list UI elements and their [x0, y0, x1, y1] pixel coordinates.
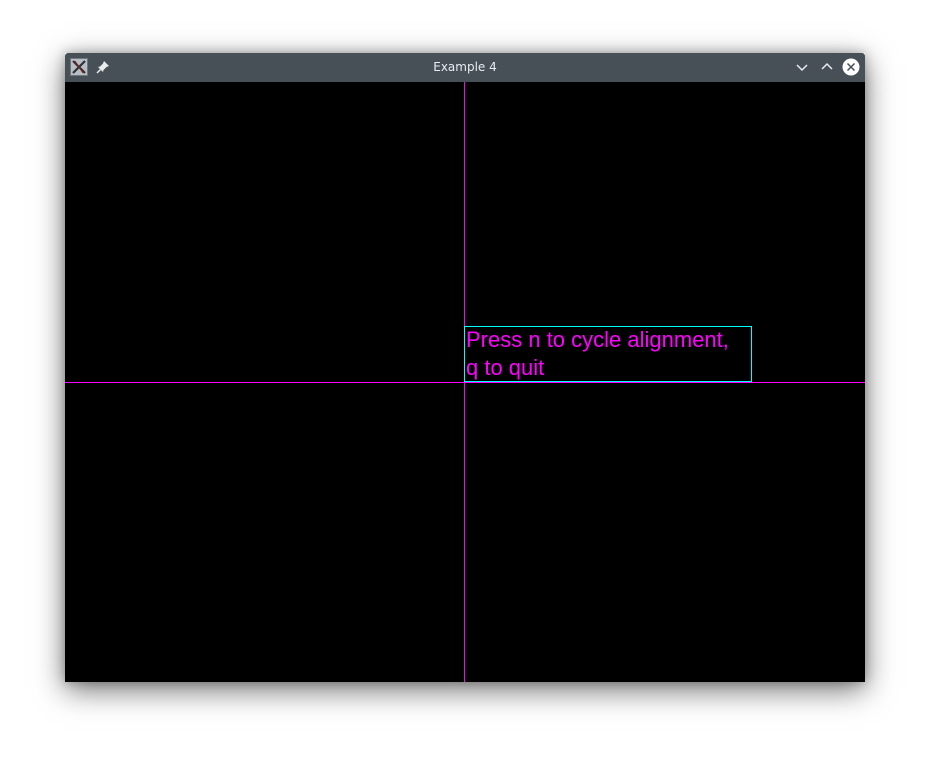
app-window: Example 4 Press n to cycle alignment, q … — [65, 53, 865, 682]
close-icon — [842, 58, 860, 76]
maximize-button[interactable] — [818, 58, 836, 76]
instruction-text-line-1: Press n to cycle alignment, — [466, 327, 729, 352]
window-title: Example 4 — [433, 60, 497, 74]
vertical-guide-line — [464, 82, 465, 682]
instruction-text-line-2: q to quit — [466, 355, 545, 380]
chevron-down-icon — [796, 64, 808, 72]
text-bounding-box: Press n to cycle alignment, q to quit — [464, 326, 752, 382]
title-bar[interactable]: Example 4 — [65, 53, 865, 82]
close-button[interactable] — [842, 58, 860, 76]
horizontal-guide-line — [65, 382, 865, 383]
drawing-canvas[interactable]: Press n to cycle alignment, q to quit — [65, 82, 865, 682]
minimize-button[interactable] — [793, 58, 811, 76]
chevron-up-icon — [821, 62, 833, 70]
